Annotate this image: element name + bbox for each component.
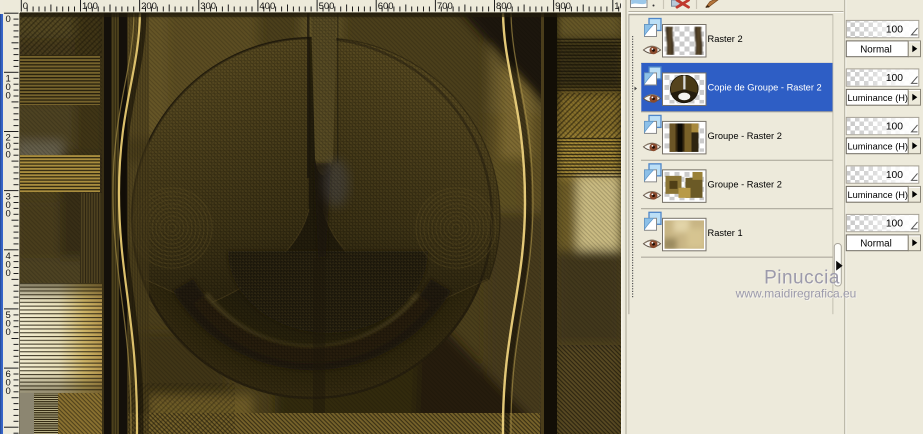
svg-text:600: 600 [378, 1, 394, 12]
svg-text:Raster 2: Raster 2 [708, 34, 743, 44]
svg-text:Luminance (H): Luminance (H) [848, 190, 909, 201]
svg-text:0: 0 [6, 14, 11, 25]
svg-text:200: 200 [141, 1, 157, 12]
svg-text:0: 0 [23, 1, 28, 12]
svg-text:700: 700 [437, 1, 453, 12]
svg-text:900: 900 [555, 1, 571, 12]
svg-text:www.maidiregrafica.eu: www.maidiregrafica.eu [735, 287, 857, 301]
svg-text:100: 100 [886, 121, 903, 132]
svg-text:Normal: Normal [860, 239, 892, 250]
svg-text:100: 100 [82, 1, 98, 12]
svg-text:Luminance (H): Luminance (H) [848, 142, 909, 153]
svg-text:800: 800 [496, 1, 512, 12]
svg-text:100: 100 [886, 24, 903, 35]
svg-text:0: 0 [6, 209, 11, 220]
svg-text:100: 100 [886, 73, 903, 84]
svg-text:100: 100 [886, 170, 903, 181]
svg-text:Raster 1: Raster 1 [708, 228, 743, 238]
svg-text:0: 0 [6, 386, 11, 397]
svg-text:0: 0 [6, 90, 11, 101]
svg-text:Copie de Groupe - Raster 2: Copie de Groupe - Raster 2 [708, 83, 822, 93]
svg-text:500: 500 [319, 1, 335, 12]
svg-text:Groupe - Raster 2: Groupe - Raster 2 [708, 180, 782, 190]
svg-text:Pinuccia: Pinuccia [764, 268, 840, 289]
svg-text:Groupe - Raster 2: Groupe - Raster 2 [708, 131, 782, 141]
svg-text:Normal: Normal [860, 45, 892, 56]
svg-text:100: 100 [886, 218, 903, 229]
svg-text:0: 0 [6, 150, 11, 161]
svg-text:0: 0 [6, 327, 11, 338]
svg-text:400: 400 [259, 1, 275, 12]
svg-text:Luminance (H): Luminance (H) [848, 93, 909, 104]
svg-text:300: 300 [200, 1, 216, 12]
svg-text:0: 0 [6, 268, 11, 279]
